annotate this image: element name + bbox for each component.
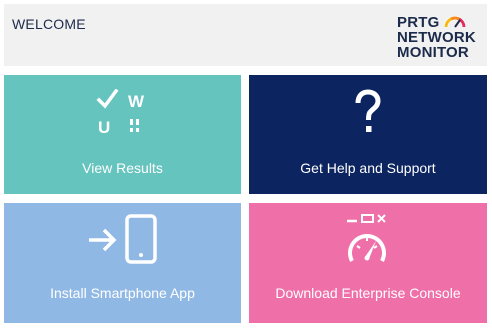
logo-line-network: NETWORK — [397, 29, 476, 46]
logo-gauge-icon — [444, 16, 466, 28]
get-help-tile[interactable]: Get Help and Support — [249, 75, 487, 194]
logo-line-monitor: MONITOR — [397, 44, 469, 61]
view-results-tile[interactable]: W U View Results — [4, 75, 241, 194]
view-results-label: View Results — [82, 160, 163, 176]
install-app-label: Install Smartphone App — [50, 285, 195, 301]
download-console-tile[interactable]: Download Enterprise Console — [249, 203, 487, 323]
console-gauge-icon — [347, 214, 386, 262]
prtg-logo: PRTG NETWORK MONITOR — [397, 12, 479, 62]
logo-line-prtg: PRTG — [397, 14, 440, 31]
smartphone-arrow-icon — [89, 214, 157, 264]
install-app-tile[interactable]: Install Smartphone App — [4, 203, 241, 323]
svg-text:U: U — [98, 118, 110, 137]
question-mark-icon — [355, 89, 381, 132]
header-bar: WELCOME PRTG NETWORK MONITOR — [4, 4, 487, 66]
page-title: WELCOME — [12, 16, 86, 32]
vwu-results-icon: W U — [96, 89, 145, 137]
svg-text:W: W — [128, 92, 145, 111]
get-help-label: Get Help and Support — [300, 160, 436, 176]
download-console-label: Download Enterprise Console — [275, 285, 461, 301]
